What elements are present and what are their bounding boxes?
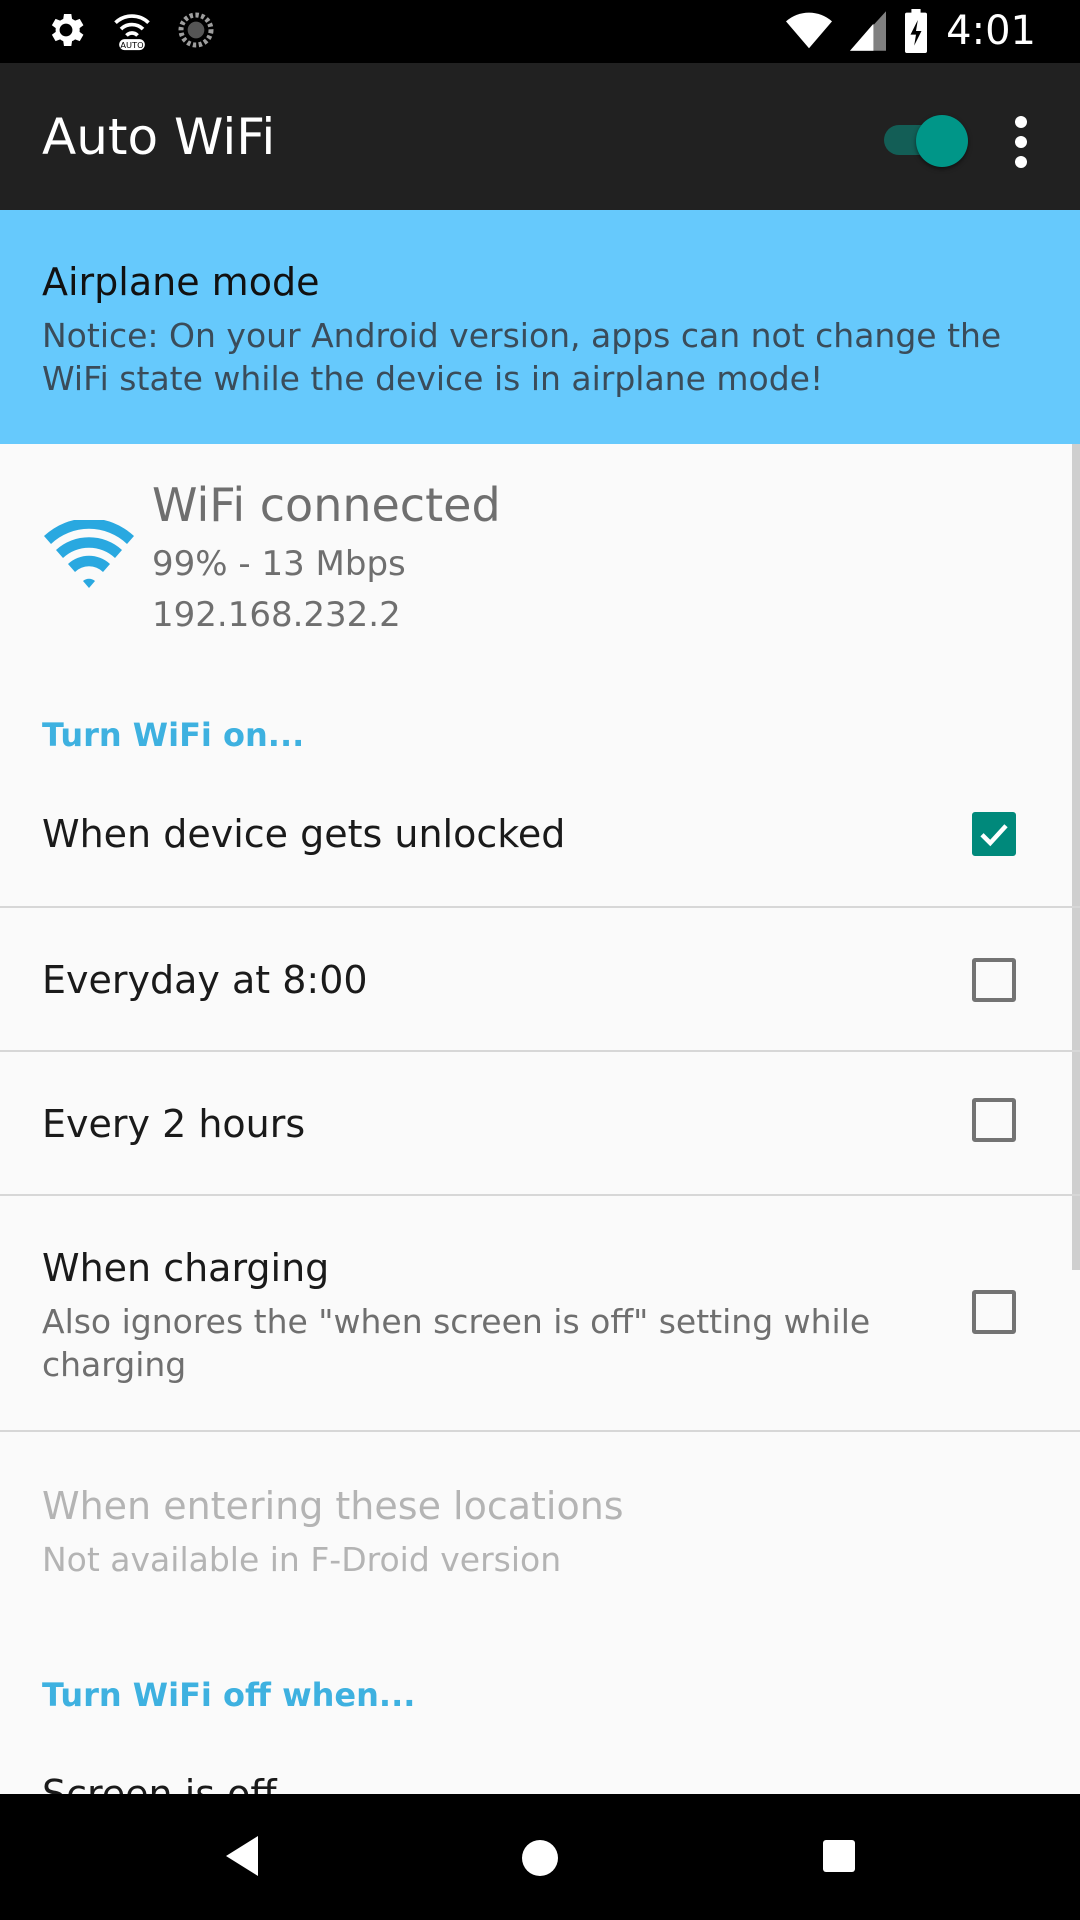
- pref-everyday[interactable]: Everyday at 8:00: [0, 908, 1080, 1052]
- navigation-bar: [0, 1794, 1080, 1920]
- section-header-turn-on: Turn WiFi on...: [42, 716, 305, 754]
- pref-label: When charging: [42, 1246, 330, 1290]
- back-icon[interactable]: [224, 1834, 260, 1878]
- app-bar: Auto WiFi: [0, 63, 1080, 210]
- settings-icon: [51, 14, 84, 46]
- airplane-notice[interactable]: Airplane mode Notice: On your Android ve…: [0, 210, 1080, 444]
- wifi-signal-icon: [786, 12, 833, 49]
- interval-checkbox[interactable]: [972, 1098, 1016, 1142]
- wifi-ip-text: 192.168.232.2: [152, 595, 401, 635]
- pref-label: When device gets unlocked: [42, 812, 566, 856]
- cell-signal-icon: [850, 11, 887, 51]
- app-title: Auto WiFi: [42, 108, 276, 166]
- pref-locations-label: When entering these locations: [42, 1484, 624, 1528]
- pref-interval[interactable]: Every 2 hours: [0, 1052, 1080, 1196]
- pref-charging[interactable]: When charging Also ignores the "when scr…: [0, 1196, 1080, 1432]
- recents-icon[interactable]: [821, 1838, 857, 1874]
- notice-title: Airplane mode: [42, 260, 320, 304]
- home-icon[interactable]: [518, 1836, 562, 1880]
- sync-icon: [178, 12, 214, 48]
- pref-label: Everyday at 8:00: [42, 958, 368, 1002]
- wifi-signal-text: 99% - 13 Mbps: [152, 544, 406, 584]
- check-icon: [980, 824, 1008, 847]
- clock: 4:01: [946, 8, 1036, 54]
- pref-summary: Also ignores the "when screen is off" se…: [42, 1302, 871, 1384]
- charging-checkbox[interactable]: [972, 1290, 1016, 1334]
- everyday-checkbox[interactable]: [972, 958, 1016, 1002]
- pref-unlock[interactable]: When device gets unlocked: [0, 762, 1080, 908]
- section-header-turn-off: Turn WiFi off when...: [42, 1676, 416, 1714]
- status-bar: AUTO 4:01: [0, 0, 1080, 63]
- pref-screen-off[interactable]: Screen is off: [0, 1760, 1080, 1794]
- more-options-icon[interactable]: [1000, 107, 1044, 177]
- wifi-status-title: WiFi connected: [152, 478, 501, 532]
- toggle-thumb: [916, 115, 968, 167]
- wifi-icon: [44, 520, 134, 588]
- unlock-checkbox[interactable]: [972, 812, 1016, 856]
- battery-charging-icon: [905, 9, 928, 53]
- svg-text:AUTO: AUTO: [120, 40, 144, 50]
- notice-text: Notice: On your Android version, apps ca…: [42, 316, 1002, 398]
- master-toggle[interactable]: [882, 111, 968, 167]
- wifi-auto-icon: AUTO: [114, 14, 150, 51]
- pref-label: Every 2 hours: [42, 1102, 306, 1146]
- pref-locations-summary: Not available in F-Droid version: [42, 1540, 562, 1579]
- pref-label: Screen is off: [42, 1772, 277, 1794]
